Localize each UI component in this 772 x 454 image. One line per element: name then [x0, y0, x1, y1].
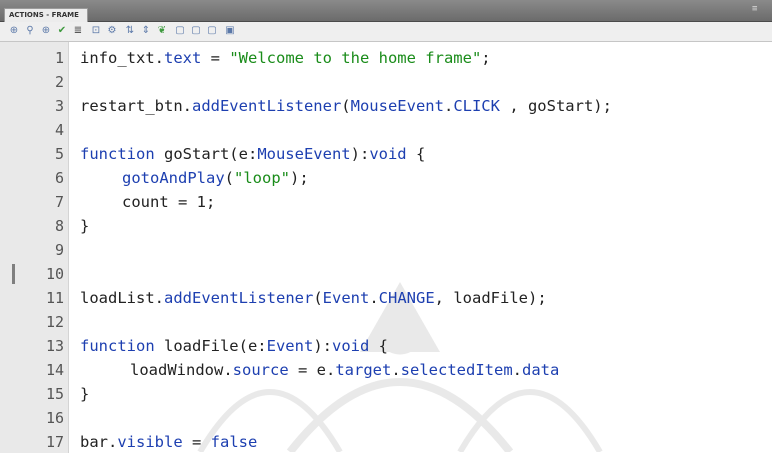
code-editor[interactable]: 1 info_txt.text = "Welcome to the home f…: [0, 42, 772, 453]
code-line: 4: [0, 118, 772, 142]
line-number: 7: [54, 193, 64, 211]
code-hint-icon[interactable]: ⊡: [90, 25, 102, 37]
code-text: }: [80, 385, 90, 403]
code-text: info_txt.text = "Welcome to the home fra…: [80, 49, 491, 67]
toggle-toolbox-icon[interactable]: ▣: [224, 25, 236, 37]
code-text: }: [80, 217, 90, 235]
panel-tab-actions-frame[interactable]: ACTIONS - FRAME: [4, 8, 88, 22]
collapse-icon[interactable]: ⇅: [124, 25, 136, 37]
line-number: 9: [54, 241, 64, 259]
code-line: 15 }: [0, 382, 772, 406]
code-text: loadWindow.source = e.target.selectedIte…: [130, 361, 560, 379]
code-line: 12: [0, 310, 772, 334]
code-line: 16: [0, 406, 772, 430]
expand-icon[interactable]: ⇕: [140, 25, 152, 37]
apply-comment-icon[interactable]: ❦: [156, 25, 168, 37]
line-number: 17: [45, 433, 64, 451]
panel-tab-bar: ACTIONS - FRAME ≡: [0, 0, 772, 22]
actions-toolbar: ⊕ ⚲ ⊕ ✔ ≣ ⊡ ⚙ ⇅ ⇕ ❦ ▢ ▢ ▢ ▣: [0, 22, 772, 42]
line-number: 4: [54, 121, 64, 139]
line-number: 13: [45, 337, 64, 355]
code-line: 9: [0, 238, 772, 262]
code-text: function loadFile(e:Event):void {: [80, 337, 388, 355]
check-syntax-icon[interactable]: ✔: [56, 25, 68, 37]
line-number: 6: [54, 169, 64, 187]
code-line: 3 restart_btn.addEventListener(MouseEven…: [0, 94, 772, 118]
line-comment-icon[interactable]: ▢: [190, 25, 202, 37]
code-line: 5 function goStart(e:MouseEvent):void {: [0, 142, 772, 166]
line-number: 2: [54, 73, 64, 91]
target-icon[interactable]: ⊕: [40, 25, 52, 37]
code-line: 7 count = 1;: [0, 190, 772, 214]
code-text: restart_btn.addEventListener(MouseEvent.…: [80, 97, 612, 115]
panel-menu-icon[interactable]: ≡: [752, 4, 766, 14]
code-line: 14 loadWindow.source = e.target.selected…: [0, 358, 772, 382]
line-number: 5: [54, 145, 64, 163]
add-statement-icon[interactable]: ⊕: [8, 25, 20, 37]
line-number: 14: [45, 361, 64, 379]
line-number: 1: [54, 49, 64, 67]
line-number: 3: [54, 97, 64, 115]
code-line: 13 function loadFile(e:Event):void {: [0, 334, 772, 358]
line-number: 15: [45, 385, 64, 403]
code-line: 8 }: [0, 214, 772, 238]
block-comment-icon[interactable]: ▢: [174, 25, 186, 37]
find-icon[interactable]: ⚲: [24, 25, 36, 37]
code-line: 2: [0, 70, 772, 94]
remove-comment-icon[interactable]: ▢: [206, 25, 218, 37]
auto-format-icon[interactable]: ≣: [72, 25, 84, 37]
debug-icon[interactable]: ⚙: [106, 25, 118, 37]
line-number: 10: [45, 265, 64, 283]
line-number: 8: [54, 217, 64, 235]
code-line: 1 info_txt.text = "Welcome to the home f…: [0, 46, 772, 70]
code-line: 11 loadList.addEventListener(Event.CHANG…: [0, 286, 772, 310]
line-number: 11: [45, 289, 64, 307]
line-number: 12: [45, 313, 64, 331]
code-text: count = 1;: [122, 193, 216, 211]
line-number: 16: [45, 409, 64, 427]
code-text: function goStart(e:MouseEvent):void {: [80, 145, 426, 163]
code-text: gotoAndPlay("loop");: [122, 169, 309, 187]
code-line: 6 gotoAndPlay("loop");: [0, 166, 772, 190]
code-text: loadList.addEventListener(Event.CHANGE, …: [80, 289, 547, 307]
code-line: 10: [0, 262, 772, 286]
code-line: 17 bar.visible = false: [0, 430, 772, 454]
code-text: bar.visible = false: [80, 433, 258, 451]
